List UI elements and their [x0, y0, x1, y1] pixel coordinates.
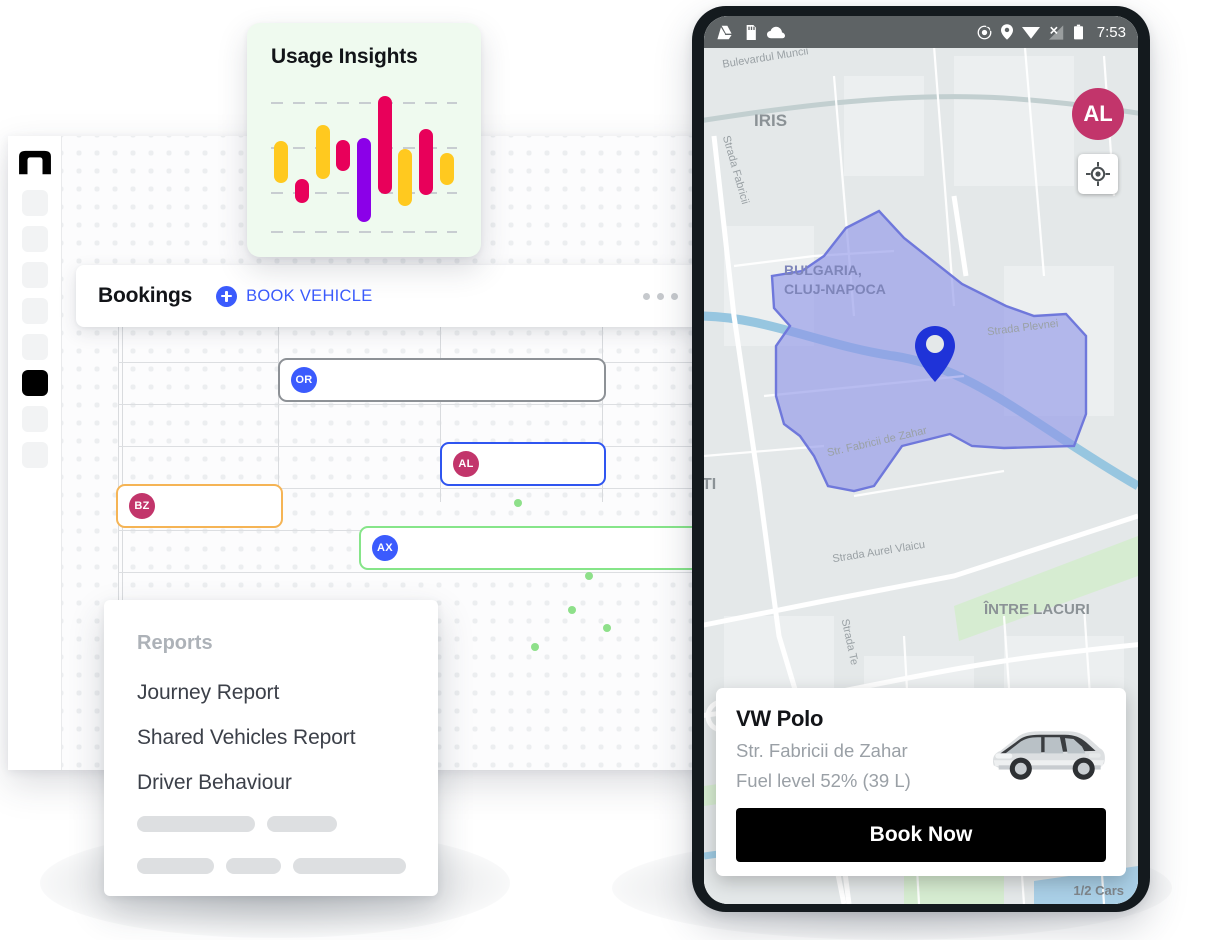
- phone-status-bar: 7:53: [704, 16, 1138, 48]
- sidebar-item-5[interactable]: [21, 334, 48, 360]
- grid-column-divider: [278, 326, 279, 502]
- sidebar-item-1[interactable]: [21, 190, 48, 216]
- availability-dot: [585, 572, 593, 580]
- cars-count-label: 1/2 Cars: [1073, 883, 1124, 898]
- availability-dot: [568, 606, 576, 614]
- avatar: BZ: [129, 493, 155, 519]
- overflow-menu-button[interactable]: [643, 292, 678, 300]
- my-location-icon: [1086, 162, 1110, 186]
- drive-icon: [717, 25, 732, 39]
- vw-polo-photo: [992, 731, 1105, 780]
- sidebar-item-7[interactable]: [21, 406, 48, 432]
- skeleton-chip: [137, 858, 214, 874]
- dot-2: [657, 292, 664, 300]
- sidebar-item-2[interactable]: [21, 226, 48, 252]
- location-icon: [1000, 24, 1013, 40]
- chart-bar-8: [419, 129, 433, 195]
- phone-screen: IRIS BULGARIA, CLUJ-NAPOCA ÎNTRE LACURI …: [704, 16, 1138, 904]
- vehicle-detail-card: VW Polo Str. Fabricii de Zahar Fuel leve…: [716, 688, 1126, 876]
- chart-bar-6: [378, 96, 392, 194]
- grid-row-divider: [118, 446, 712, 447]
- report-item-shared-vehicles[interactable]: Shared Vehicles Report: [137, 726, 406, 750]
- skeleton-chip: [293, 858, 406, 874]
- grid-row-divider: [118, 404, 712, 405]
- sd-card-icon: [746, 24, 756, 40]
- dot-3: [671, 292, 678, 300]
- chart-bar-3: [316, 124, 330, 179]
- cloud-icon: [767, 26, 785, 38]
- book-now-button[interactable]: Book Now: [736, 808, 1106, 862]
- usage-insights-title: Usage Insights: [271, 45, 418, 68]
- screenshot-root: Bookings BOOK VEHICLE OR AL BZ AX Usage …: [0, 0, 1220, 940]
- availability-dot: [603, 624, 611, 632]
- my-location-button[interactable]: [1078, 154, 1118, 194]
- sidebar-item-6-active[interactable]: [21, 370, 48, 396]
- plus-icon: [216, 285, 238, 307]
- maxxton-logo: [18, 150, 51, 175]
- chart-gridline-0: [271, 102, 457, 104]
- chart-bar-1: [274, 141, 288, 183]
- avatar: OR: [291, 367, 317, 393]
- chart-bar-2: [295, 178, 309, 203]
- wifi-icon: [1021, 27, 1040, 39]
- availability-dot: [514, 499, 522, 507]
- sidebar-item-4[interactable]: [21, 298, 48, 324]
- skeleton-chip: [267, 816, 337, 832]
- battery-icon: [1073, 24, 1083, 40]
- phone-device: IRIS BULGARIA, CLUJ-NAPOCA ÎNTRE LACURI …: [692, 6, 1150, 912]
- map-user-avatar[interactable]: AL: [1072, 88, 1124, 140]
- book-vehicle-button[interactable]: BOOK VEHICLE: [216, 285, 373, 307]
- grid-row-divider: [118, 572, 712, 573]
- sync-icon: [977, 24, 992, 39]
- reports-heading: Reports: [137, 632, 213, 654]
- report-item-journey[interactable]: Journey Report: [137, 681, 406, 705]
- usage-insights-card: Usage Insights: [247, 23, 481, 257]
- status-right-icons: 7:53: [977, 24, 1126, 41]
- chart-bar-9: [440, 153, 454, 185]
- avatar: AX: [372, 535, 398, 561]
- availability-dot: [531, 643, 539, 651]
- avatar: AL: [453, 451, 479, 477]
- book-vehicle-label: BOOK VEHICLE: [246, 286, 373, 305]
- report-item-driver-behaviour[interactable]: Driver Behaviour: [137, 771, 406, 795]
- booking-pill-or[interactable]: OR: [278, 358, 606, 402]
- app-sidebar: [8, 136, 62, 770]
- booking-pill-bz[interactable]: BZ: [116, 484, 283, 528]
- skeleton-row-2: [137, 858, 406, 874]
- chart-bar-4: [336, 139, 350, 171]
- status-bar-clock: 7:53: [1096, 23, 1126, 41]
- signal-icon: [1048, 24, 1064, 40]
- usage-insights-chart: [271, 87, 457, 237]
- bookings-toolbar: Bookings BOOK VEHICLE: [76, 265, 700, 327]
- sidebar-item-3[interactable]: [21, 262, 48, 288]
- chart-gridline-3: [271, 231, 457, 233]
- chart-bar-7: [398, 148, 412, 206]
- status-left-icons: [716, 24, 785, 40]
- page-title: Bookings: [98, 284, 193, 307]
- reports-popover: Reports Journey Report Shared Vehicles R…: [104, 600, 438, 896]
- skeleton-chip: [137, 816, 255, 832]
- dot-1: [643, 292, 650, 300]
- skeleton-row-1: [137, 816, 406, 832]
- booking-pill-al[interactable]: AL: [440, 442, 606, 486]
- chart-bar-5: [357, 138, 371, 222]
- sidebar-item-8[interactable]: [21, 442, 48, 468]
- skeleton-chip: [225, 858, 282, 874]
